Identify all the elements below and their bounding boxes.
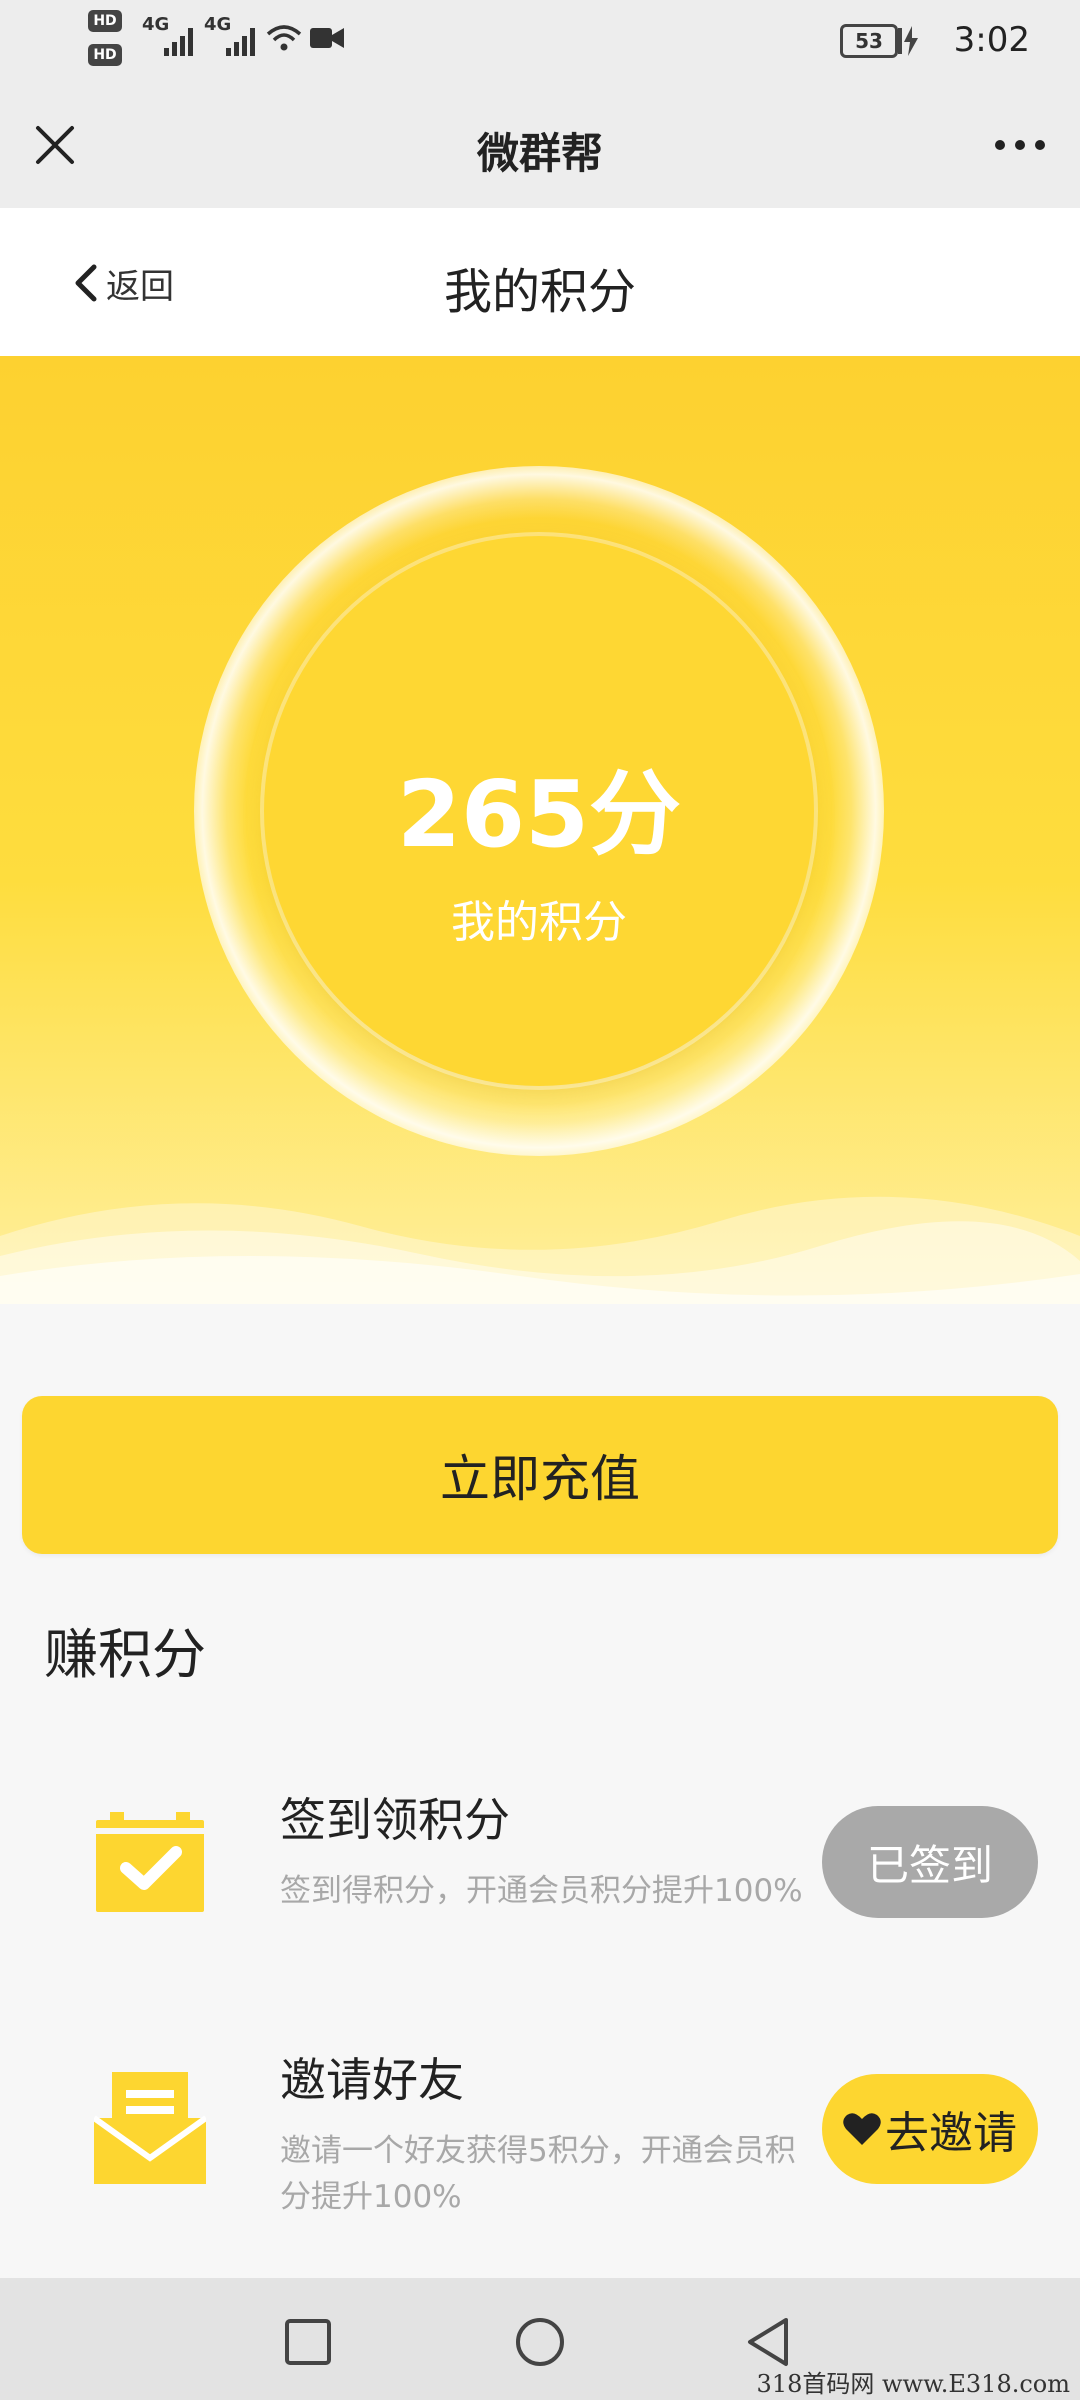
triangle-back-icon[interactable] [744, 2316, 792, 2368]
points-hero: 265分 我的积分 [0, 356, 1080, 1310]
task-description: 邀请一个好友获得5积分，开通会员积分提升100% [280, 2133, 796, 2215]
charging-icon [898, 26, 918, 56]
points-label: 我的积分 [451, 897, 627, 948]
invite-button[interactable]: 去邀请 [822, 2074, 1038, 2184]
square-icon[interactable] [284, 2318, 332, 2366]
status-bar: HD HD 4G 4G 53 3:02 [0, 0, 1080, 80]
circle-icon[interactable] [514, 2316, 566, 2368]
page-header: 返回 我的积分 [0, 208, 1080, 356]
task-title: 签到领积分 [280, 1793, 510, 1847]
app-title: 微群帮 [476, 129, 603, 178]
invite-button-label: 去邀请 [885, 2108, 1017, 2159]
more-icon[interactable] [990, 120, 1050, 170]
wifi-icon [266, 25, 302, 51]
calendar-check-icon [96, 1812, 204, 1912]
envelope-icon [94, 2072, 206, 2184]
wave-decoration [0, 1196, 1080, 1310]
signed-in-button[interactable]: 已签到 [822, 1806, 1038, 1918]
recharge-button[interactable]: 立即充值 [22, 1396, 1058, 1554]
video-camera-icon [310, 28, 344, 48]
status-time: 3:02 [953, 20, 1030, 60]
task-description: 签到得积分，开通会员积分提升100% [280, 1873, 803, 1909]
wechat-title-bar: 微群帮 [0, 80, 1080, 208]
task-title: 邀请好友 [280, 2053, 464, 2107]
signal-icon [164, 22, 204, 56]
earn-section-title: 赚积分 [44, 1623, 206, 1686]
hd-badge: HD [88, 44, 122, 66]
points-value: 265分 [396, 761, 682, 868]
hd-badge: HD [88, 10, 122, 32]
battery-level: 53 [840, 24, 898, 58]
heart-icon [843, 2113, 881, 2145]
page-title: 我的积分 [443, 264, 636, 320]
watermark-text: 318首码网 www.E318.com [756, 2370, 1070, 2398]
signal-icon [226, 22, 266, 56]
